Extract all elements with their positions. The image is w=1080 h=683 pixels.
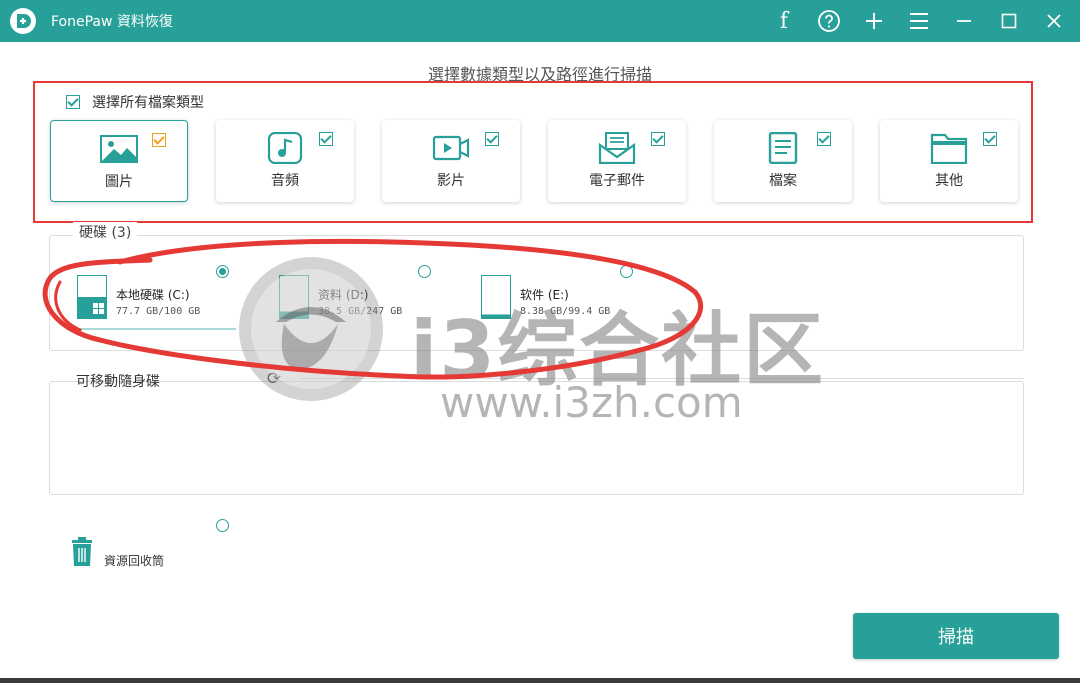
plus-icon[interactable] bbox=[858, 6, 890, 36]
drive-size: 38.5 GB/247 GB bbox=[318, 306, 403, 317]
drive-size: 77.7 GB/100 GB bbox=[116, 306, 201, 317]
windows-drive-icon bbox=[77, 275, 107, 319]
drive-icon bbox=[279, 275, 309, 319]
recycle-bin-label: 資源回收筒 bbox=[104, 554, 165, 568]
title-bar: FonePaw 資料恢復 f bbox=[0, 0, 1080, 42]
recycle-bin-radio[interactable] bbox=[216, 519, 229, 532]
maximize-icon[interactable] bbox=[993, 6, 1025, 36]
selected-drive-underline bbox=[66, 328, 236, 330]
menu-icon[interactable] bbox=[903, 6, 935, 36]
annotation-rectangle bbox=[33, 81, 1033, 223]
facebook-icon[interactable]: f bbox=[768, 6, 800, 36]
drive-name: 本地硬碟 (C:) bbox=[116, 288, 190, 302]
hard-drive-section-label: 硬碟 (3) bbox=[73, 222, 138, 242]
window-bottom-edge bbox=[0, 678, 1080, 683]
drive-e-radio[interactable] bbox=[620, 265, 633, 278]
drive-d-radio[interactable] bbox=[418, 265, 431, 278]
close-icon[interactable] bbox=[1038, 6, 1070, 36]
refresh-icon[interactable]: ⟳ bbox=[264, 369, 284, 389]
help-icon[interactable] bbox=[813, 6, 845, 36]
drive-name: 资料 (D:) bbox=[318, 288, 369, 302]
minimize-icon[interactable] bbox=[948, 6, 980, 36]
drive-c-radio[interactable] bbox=[216, 265, 229, 278]
fonepaw-logo-icon bbox=[10, 8, 36, 34]
recycle-bin-icon[interactable] bbox=[70, 537, 94, 567]
scan-button[interactable]: 掃描 bbox=[853, 613, 1059, 659]
watermark-url: www.i3zh.com bbox=[440, 378, 743, 427]
removable-section-label: 可移動隨身碟 bbox=[76, 374, 160, 390]
app-title: FonePaw 資料恢復 bbox=[51, 14, 173, 30]
